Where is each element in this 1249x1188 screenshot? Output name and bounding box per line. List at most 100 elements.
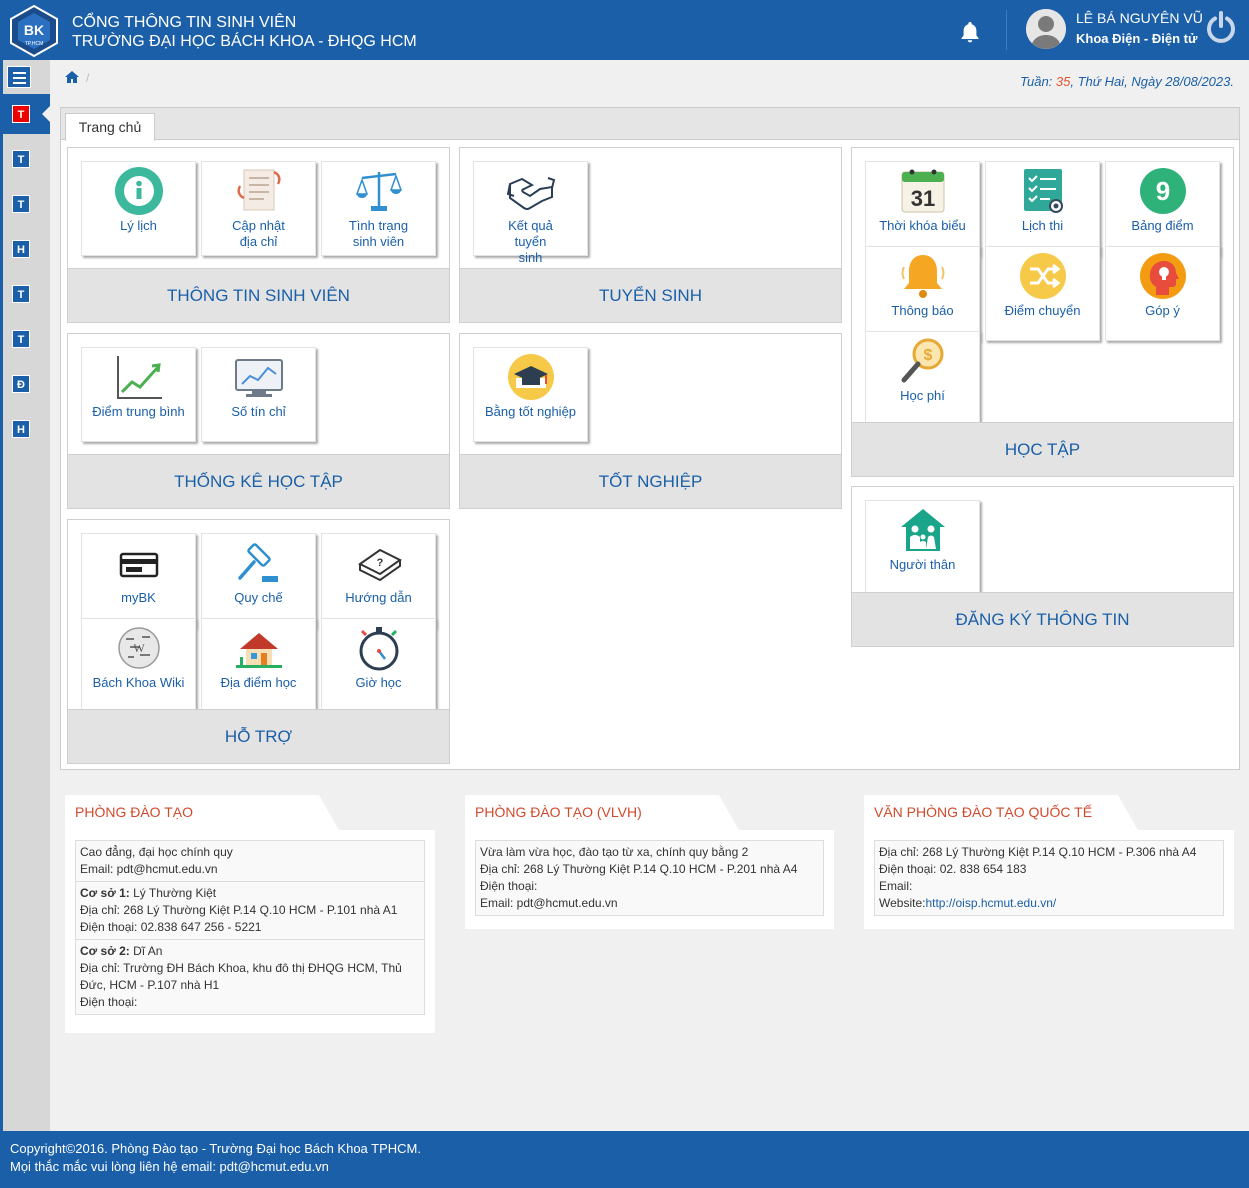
magnifier-dollar-icon: $: [901, 338, 944, 383]
scales-icon: [355, 172, 403, 211]
wiki-globe-icon: W: [118, 627, 160, 669]
info-box-body: Địa chỉ: 268 Lý Thường Kiệt P.14 Q.10 HC…: [874, 840, 1224, 916]
info-circle-icon: [115, 167, 163, 215]
tile-notifications[interactable]: Thông báo: [865, 246, 980, 341]
power-icon[interactable]: [1204, 10, 1238, 44]
user-silhouette-icon: [1026, 9, 1066, 49]
tile-label: Lý lịch: [120, 218, 157, 233]
tile-label: Tình trạng sinh viên: [348, 218, 409, 249]
tile-label: Thông báo: [891, 303, 954, 318]
info-line: Địa chỉ: 268 Lý Thường Kiệt P.14 Q.10 HC…: [480, 862, 798, 876]
calendar-icon: 31: [901, 169, 945, 213]
info-section: Cao đẳng, đại học chính quy Email: pdt@h…: [76, 841, 424, 882]
logo-text: BK: [24, 22, 44, 38]
avatar[interactable]: [1026, 9, 1066, 49]
card-statistics: Điểm trung bình Số tín chỉ THỐNG KÊ HỌC …: [67, 333, 450, 509]
info-label: Cơ sở 1:: [80, 886, 130, 900]
info-box-header: PHÒNG ĐÀO TẠO: [65, 795, 435, 830]
card-title[interactable]: THÔNG TIN SINH VIÊN: [68, 268, 449, 322]
tab-corner: [1114, 795, 1138, 830]
menu-icon-bar: [13, 77, 26, 79]
info-box-body: Cao đẳng, đại học chính quy Email: pdt@h…: [75, 840, 425, 1015]
tile-timetable[interactable]: 31 Thời khóa biểu: [865, 161, 980, 256]
menu-toggle-button[interactable]: [7, 66, 31, 88]
tile-relatives[interactable]: Người thân: [865, 500, 980, 595]
tile-exam-schedule[interactable]: Lịch thi: [985, 161, 1100, 256]
site-title-line1: CỔNG THÔNG TIN SINH VIÊN: [72, 14, 297, 31]
website-link[interactable]: http://oisp.hcmut.edu.vn/: [925, 896, 1056, 910]
tile-update-address[interactable]: Cập nhật địa chỉ: [201, 161, 316, 256]
week-date: , Thứ Hai, Ngày 28/08/2023.: [1070, 74, 1234, 89]
card-title[interactable]: THỐNG KÊ HỌC TẬP: [68, 454, 449, 508]
line-chart-icon: [117, 356, 162, 399]
tile-regulations[interactable]: Quy chế: [201, 533, 316, 628]
info-value: Dĩ An: [129, 944, 163, 958]
tile-label: Hướng dẫn: [345, 590, 412, 605]
info-line: Điện thoại: 02.838 647 256 - 5221: [80, 920, 262, 934]
info-value: Lý Thường Kiệt: [129, 886, 217, 900]
tile-feedback[interactable]: Góp ý: [1105, 246, 1220, 341]
sidebar-item-4[interactable]: H: [12, 240, 30, 258]
tile-label: Góp ý: [1145, 303, 1180, 318]
tile-class-hours[interactable]: Giờ học: [321, 618, 436, 713]
tile-label: Số tín chỉ: [231, 404, 286, 419]
tile-study-location[interactable]: Địa điểm học: [201, 618, 316, 713]
tile-transfer-grades[interactable]: Điểm chuyển: [985, 246, 1100, 341]
tile-label: myBK: [121, 590, 156, 605]
tab-home[interactable]: Trang chủ: [65, 113, 155, 141]
info-line: Vừa làm vừa học, đào tạo từ xa, chính qu…: [480, 845, 749, 859]
sidebar-item-3[interactable]: T: [12, 195, 30, 213]
tile-credits[interactable]: Số tín chỉ: [201, 347, 316, 442]
info-line: Cao đẳng, đại học chính quy: [80, 845, 233, 859]
tile-mybk[interactable]: myBK: [81, 533, 196, 628]
bell-icon[interactable]: [958, 20, 982, 44]
tile-label: Kết quả tuyển sinh: [508, 218, 553, 265]
tile-label: Bằng tốt nghiệp: [484, 404, 577, 419]
info-box-title: PHÒNG ĐÀO TẠO (VLVH): [475, 804, 642, 820]
menu-icon-bar: [13, 82, 26, 84]
tab-corner: [715, 795, 739, 830]
svg-text:$: $: [924, 347, 933, 364]
stopwatch-icon: [359, 627, 399, 671]
card-title[interactable]: HỌC TẬP: [852, 422, 1233, 476]
tile-profile[interactable]: Lý lịch: [81, 161, 196, 256]
week-prefix: Tuần:: [1020, 74, 1056, 89]
id-card-icon: [119, 552, 159, 578]
tile-label: Người thân: [889, 557, 956, 572]
info-box-vlvh: PHÒNG ĐÀO TẠO (VLVH) Vừa làm vừa học, đà…: [465, 795, 834, 929]
tile-tuition[interactable]: $ Học phí: [865, 331, 980, 426]
sidebar-item-7[interactable]: Đ: [12, 375, 30, 393]
info-box-title: VĂN PHÒNG ĐÀO TẠO QUỐC TẾ: [874, 804, 1093, 820]
sidebar-item-8[interactable]: H: [12, 420, 30, 438]
tile-guide[interactable]: ? Hướng dẫn: [321, 533, 436, 628]
tile-diploma[interactable]: Bằng tốt nghiệp: [473, 347, 588, 442]
logo-subtext: TP.HCM: [25, 41, 44, 47]
card-title[interactable]: ĐĂNG KÝ THÔNG TIN: [852, 592, 1233, 646]
calendar-day: 31: [911, 186, 935, 211]
sidebar-item-1[interactable]: T: [12, 105, 30, 123]
family-house-icon: [901, 509, 945, 551]
home-icon[interactable]: [65, 71, 79, 83]
tile-admission-result[interactable]: Kết quả tuyển sinh: [473, 161, 588, 265]
sidebar-item-2[interactable]: T: [12, 150, 30, 168]
card-title[interactable]: TUYỂN SINH: [460, 268, 841, 322]
info-box-header: VĂN PHÒNG ĐÀO TẠO QUỐC TẾ: [864, 795, 1234, 830]
checklist-icon: [1024, 169, 1063, 213]
tile-student-status[interactable]: Tình trạng sinh viên: [321, 161, 436, 256]
week-info: Tuần: 35, Thứ Hai, Ngày 28/08/2023.: [1020, 74, 1234, 89]
tab-bar: Trang chủ: [61, 108, 1239, 141]
user-department: Khoa Điện - Điện tử: [1076, 31, 1198, 46]
tile-bk-wiki[interactable]: W Bách Khoa Wiki: [81, 618, 196, 713]
tile-gpa[interactable]: Điểm trung bình: [81, 347, 196, 442]
site-title: CỔNG THÔNG TIN SINH VIÊN TRƯỜNG ĐẠI HỌC …: [72, 13, 417, 51]
sidebar-item-6[interactable]: T: [12, 330, 30, 348]
user-name[interactable]: LÊ BÁ NGUYÊN VŨ: [1076, 10, 1203, 26]
info-line: Điện thoại:: [80, 995, 138, 1009]
sidebar-item-5[interactable]: T: [12, 285, 30, 303]
tile-transcript[interactable]: 9 Bảng điểm: [1105, 161, 1220, 256]
card-title[interactable]: HỖ TRỢ: [68, 709, 449, 763]
card-title[interactable]: TỐT NGHIỆP: [460, 454, 841, 508]
sidebar-active-pointer: [42, 106, 50, 122]
card-student-info: Lý lịch Cập nhật địa chỉ Tình trạng sinh…: [67, 147, 450, 323]
bk-logo[interactable]: BK TP.HCM: [8, 5, 60, 57]
